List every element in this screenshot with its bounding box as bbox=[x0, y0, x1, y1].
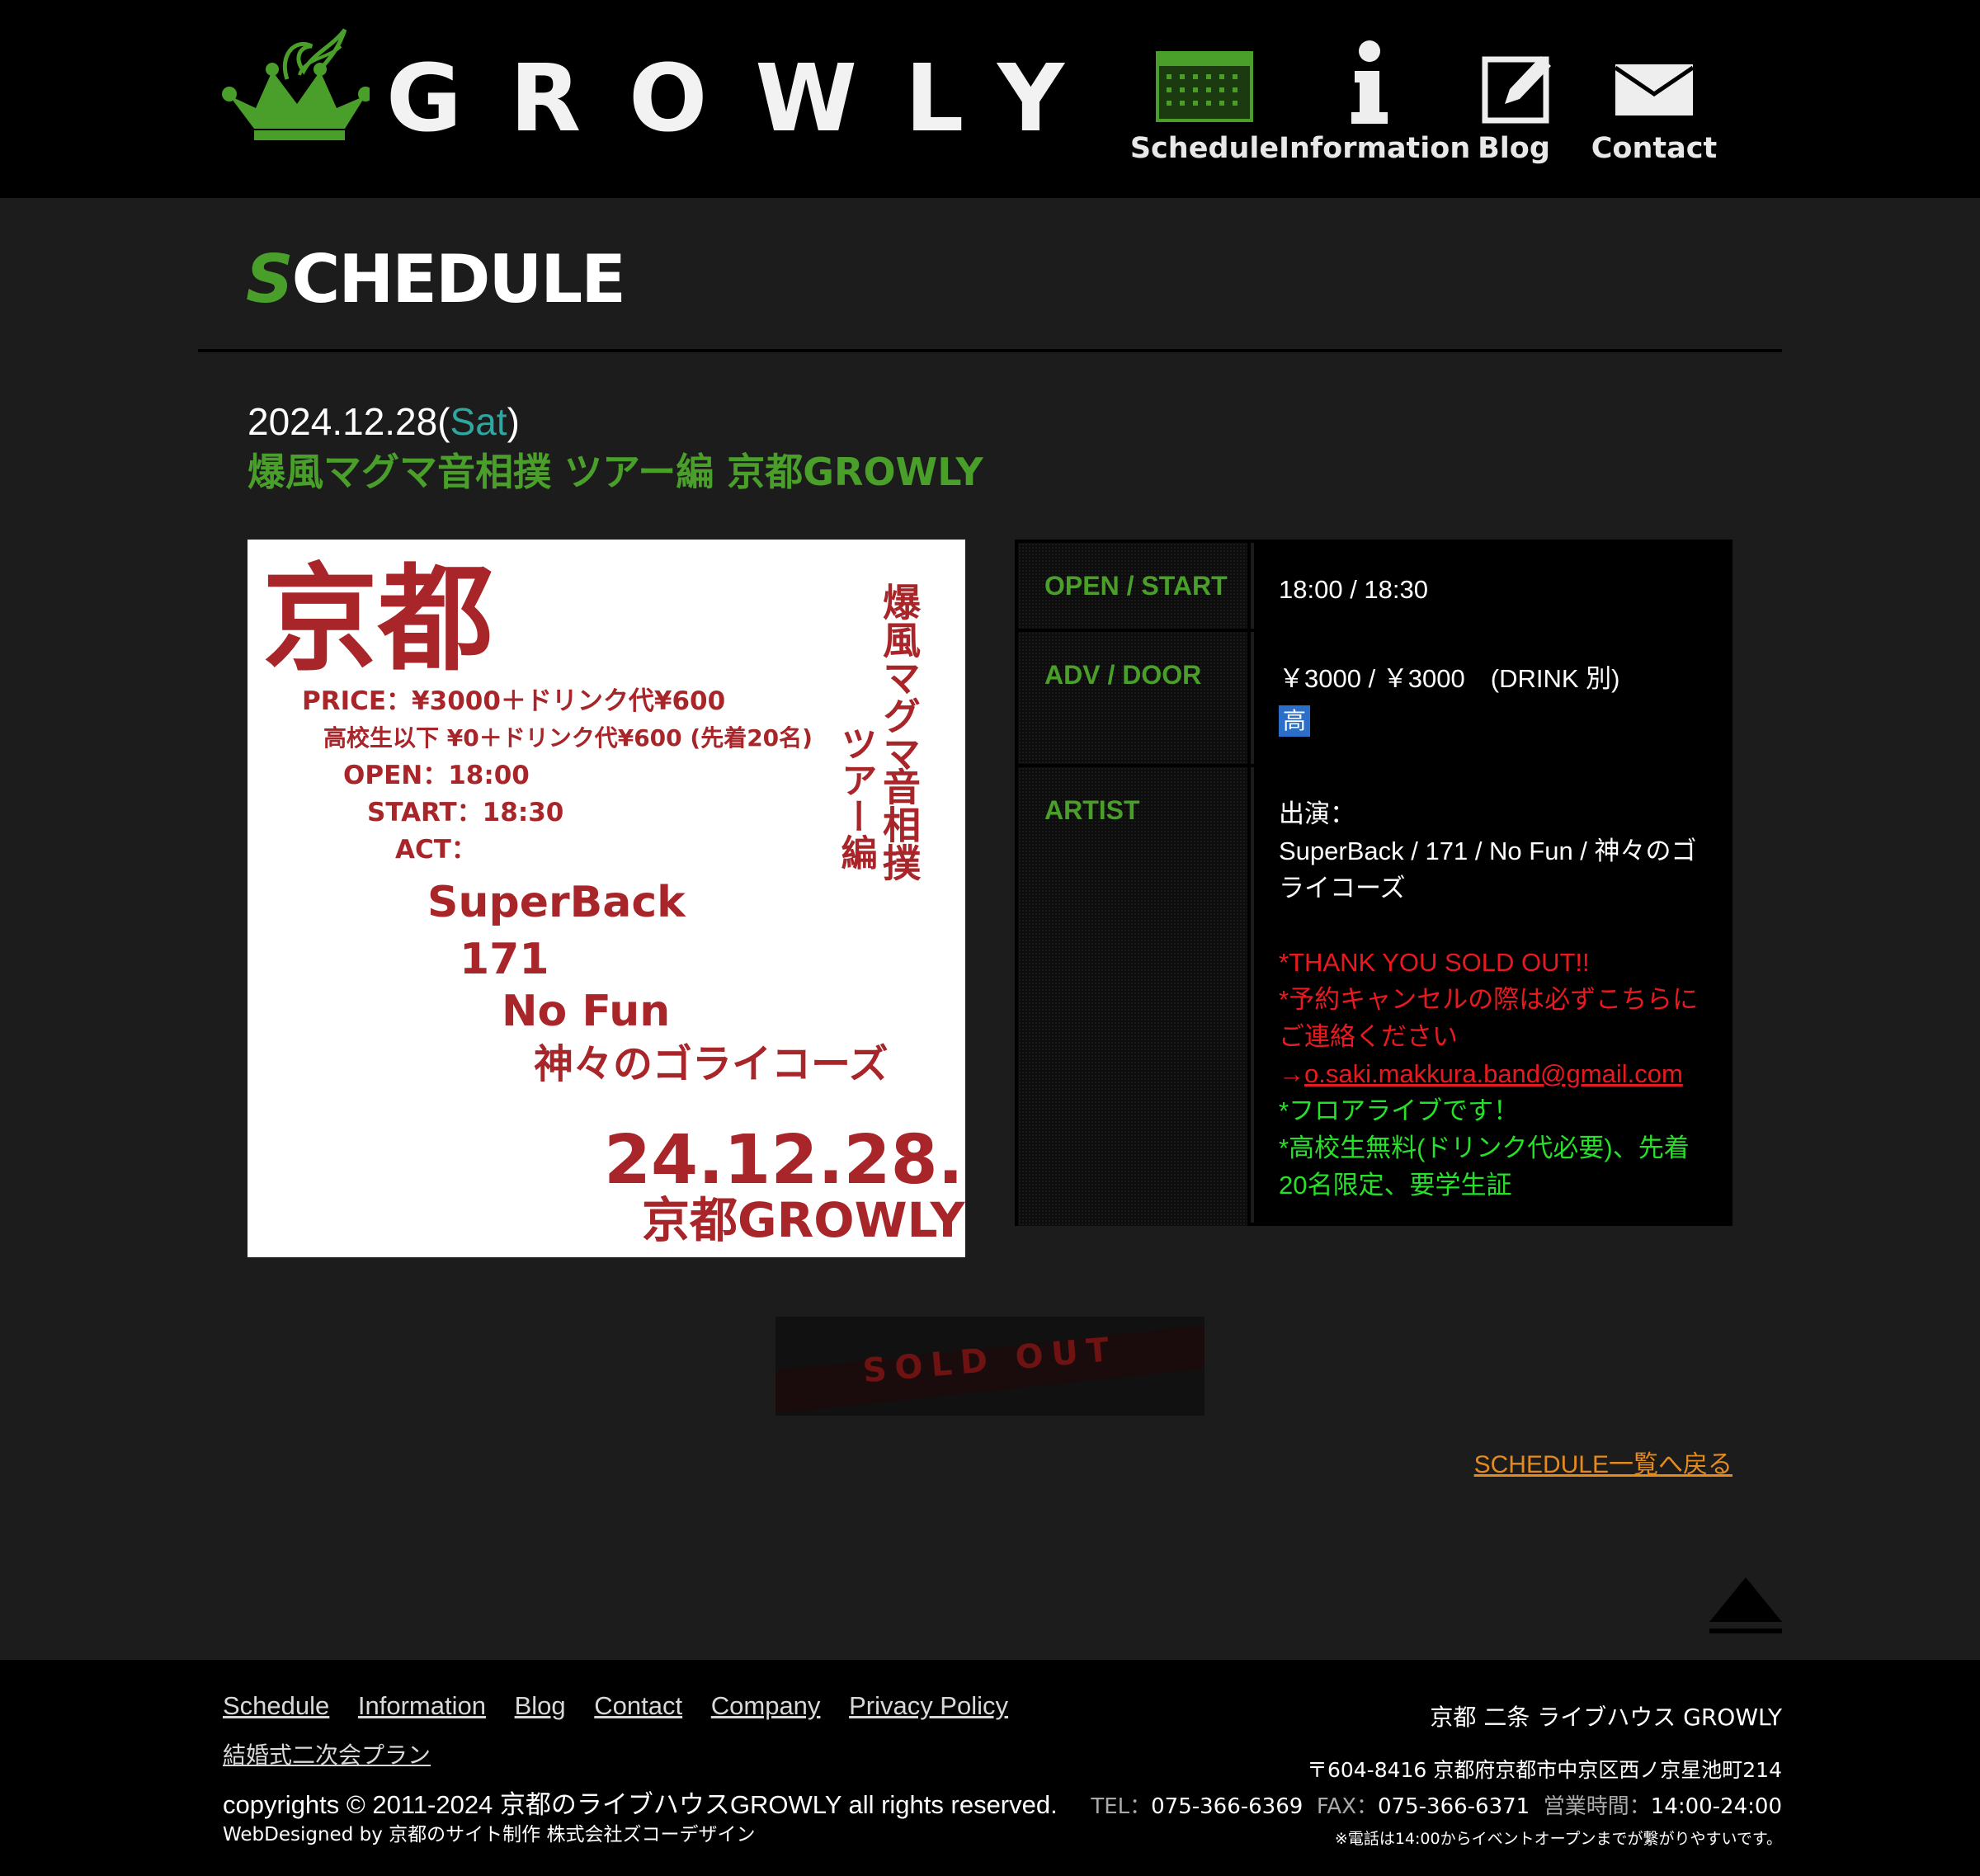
open-start-value: 18:00 / 18:30 bbox=[1254, 543, 1729, 629]
contact-email-link[interactable]: o.saki.makkura.band@gmail.com bbox=[1304, 1059, 1683, 1088]
venue-address: 〒604-8416 京都府京都市中京区西ノ京星池町214 bbox=[1306, 1758, 1782, 1782]
nav-information[interactable]: Information bbox=[1279, 33, 1470, 173]
footer-link-schedule[interactable]: Schedule bbox=[223, 1691, 329, 1720]
footer-link-company[interactable]: Company bbox=[711, 1691, 821, 1720]
nav-contact-label: Contact bbox=[1591, 132, 1718, 165]
footer-link-information[interactable]: Information bbox=[358, 1691, 486, 1720]
page-title: SCHEDULE bbox=[246, 241, 626, 318]
cancel-note: *予約キャンセルの際は必ずこちらにご連絡ください bbox=[1279, 985, 1699, 1051]
adv-door-value: ￥3000 / ￥3000 (DRINK 別) bbox=[1279, 664, 1620, 693]
scroll-to-top-icon[interactable] bbox=[1708, 1576, 1784, 1637]
footer-link-contact[interactable]: Contact bbox=[594, 1691, 682, 1720]
footer-link-privacy[interactable]: Privacy Policy bbox=[849, 1691, 1008, 1720]
flyer-act-1: SuperBack bbox=[427, 878, 686, 927]
title-divider bbox=[198, 349, 1782, 352]
flyer-act-2: 171 bbox=[460, 935, 549, 984]
floor-live-note: *フロアライブです！ bbox=[1279, 1096, 1520, 1125]
nav-contact[interactable]: Contact bbox=[1576, 33, 1732, 173]
flyer-act: ACT： bbox=[395, 835, 477, 865]
info-row-adv-door: ADV / DOOR ￥3000 / ￥3000 (DRINK 別) 高 bbox=[1018, 632, 1729, 767]
phone-note: ※電話は14:00からイベントオープンまでが繋がりやすいです。 bbox=[1334, 1830, 1782, 1848]
venue-name: 京都 二条 ライブハウス GROWLY bbox=[1430, 1704, 1782, 1731]
calendar-icon bbox=[1156, 51, 1253, 122]
adv-door-label: ADV / DOOR bbox=[1044, 660, 1202, 690]
designer-credit: WebDesigned by 京都のサイト制作 株式会社ズコーデザイン bbox=[223, 1824, 756, 1845]
flyer-vertical-title-3: 音相撲 bbox=[877, 767, 922, 881]
event-day-of-week: Sat bbox=[450, 400, 507, 443]
flyer-vertical-title-2: ツアー編 bbox=[835, 725, 878, 870]
flyer-act-4: 神々のゴライコーズ bbox=[534, 1041, 889, 1087]
info-row-artist: ARTIST 出演： SuperBack / 171 / No Fun / 神々… bbox=[1018, 767, 1729, 1226]
flyer-city: 京都 bbox=[262, 553, 493, 687]
crown-logo-icon bbox=[222, 28, 370, 140]
flyer-student-price: 高校生以下 ¥0＋ドリンク代¥600 (先着20名) bbox=[323, 724, 813, 752]
nav-schedule-label: Schedule bbox=[1129, 132, 1280, 165]
soldout-banner: SOLD OUT bbox=[776, 1317, 1204, 1416]
flyer-vertical-title-1: 爆風マグマ bbox=[877, 582, 922, 772]
info-row-open-start: OPEN / START 18:00 / 18:30 bbox=[1018, 543, 1729, 632]
event-flyer: 京都 PRICE：¥3000＋ドリンク代¥600 高校生以下 ¥0＋ドリンク代¥… bbox=[248, 540, 965, 1257]
soldout-note: *THANK YOU SOLD OUT!! bbox=[1279, 948, 1590, 977]
venue-hours: 14:00-24:00 bbox=[1650, 1794, 1782, 1819]
main-nav: Schedule Information Blog Contact bbox=[1130, 33, 1717, 173]
event-title: 爆風マグマ音相撲 ツアー編 京都GROWLY bbox=[248, 450, 983, 494]
venue-tel: 075-366-6369 bbox=[1151, 1794, 1304, 1819]
nav-blog-label: Blog bbox=[1478, 132, 1550, 165]
flyer-start: START：18:30 bbox=[367, 798, 563, 827]
flyer-act-3: No Fun bbox=[502, 987, 670, 1036]
venue-contact-line: TEL：075-366-6369 FAX：075-366-6371 営業時間：1… bbox=[1091, 1794, 1782, 1819]
logo-wordmark: GROWLY bbox=[386, 45, 1112, 153]
site-header: GROWLY Schedule Information Blog Contact bbox=[0, 0, 1980, 198]
student-free-note: *高校生無料(ドリンク代必要)、先着20名限定、要学生証 bbox=[1279, 1134, 1690, 1200]
event-info-table: OPEN / START 18:00 / 18:30 ADV / DOOR ￥3… bbox=[1015, 540, 1732, 1226]
artist-label: ARTIST bbox=[1044, 795, 1140, 825]
site-logo[interactable]: GROWLY bbox=[221, 21, 1064, 153]
flyer-open: OPEN：18:00 bbox=[343, 761, 530, 790]
artist-heading: 出演： bbox=[1279, 799, 1355, 828]
copyright: copyrights © 2011-2024 京都のライブハウスGROWLY a… bbox=[223, 1790, 1058, 1819]
flyer-artwork: 京都 PRICE：¥3000＋ドリンク代¥600 高校生以下 ¥0＋ドリンク代¥… bbox=[262, 553, 965, 1248]
open-start-label: OPEN / START bbox=[1044, 571, 1228, 601]
artist-lineup: SuperBack / 171 / No Fun / 神々のゴライコーズ bbox=[1279, 837, 1697, 903]
back-to-schedule-link[interactable]: SCHEDULE一覧へ戻る bbox=[1474, 1444, 1732, 1480]
footer-links: Schedule Information Blog Contact Compan… bbox=[223, 1691, 1030, 1721]
nav-information-label: Information bbox=[1279, 132, 1471, 165]
event-date: 2024.12.28(Sat) bbox=[248, 400, 520, 443]
flyer-venue: 京都GROWLY bbox=[642, 1192, 965, 1248]
site-footer: Schedule Information Blog Contact Compan… bbox=[0, 1660, 1980, 1876]
footer-link-wedding-plan[interactable]: 結婚式二次会プラン bbox=[223, 1737, 431, 1770]
nav-schedule[interactable]: Schedule bbox=[1130, 33, 1295, 173]
flyer-date: 24.12.28.土 bbox=[604, 1121, 965, 1200]
student-badge: 高 bbox=[1279, 705, 1310, 737]
flyer-price: PRICE：¥3000＋ドリンク代¥600 bbox=[302, 686, 725, 716]
venue-fax: 075-366-6371 bbox=[1378, 1794, 1530, 1819]
email-note: →o.saki.makkura.band@gmail.com bbox=[1279, 1059, 1683, 1088]
info-icon bbox=[1351, 40, 1388, 124]
envelope-icon bbox=[1614, 64, 1695, 115]
footer-link-blog[interactable]: Blog bbox=[515, 1691, 566, 1720]
